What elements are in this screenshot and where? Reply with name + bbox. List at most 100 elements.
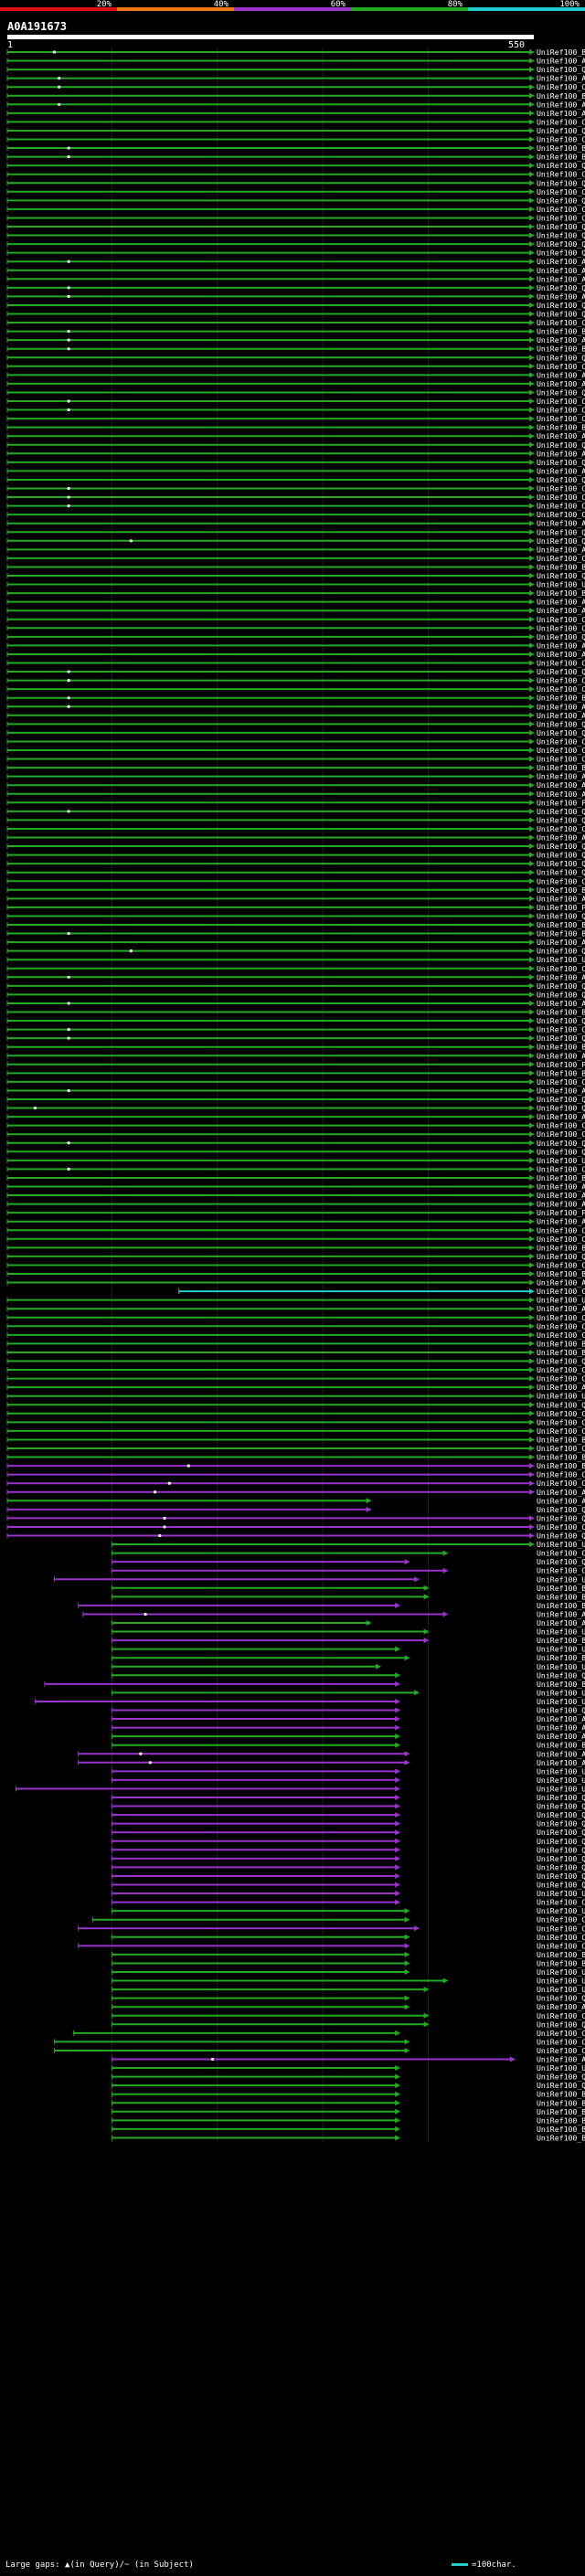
hit-label[interactable]: UniRef100_A5DB15 (537, 999, 585, 1008)
hit-label[interactable]: UniRef100_C5KX30 (537, 623, 585, 632)
hit-label[interactable]: UniRef100_A7TE61 (537, 545, 585, 554)
hit-label[interactable]: UniRef100_A4RSH8 (537, 1496, 585, 1505)
hit-row[interactable]: UniRef100_C8ND04 (72, 2029, 585, 2038)
hit-row[interactable]: UniRef100_Q5CT29 (111, 1802, 585, 1811)
hit-row[interactable]: UniRef100_B6YB17 (6, 1243, 585, 1252)
hit-row[interactable]: UniRef100_C5JSQ0 (6, 1417, 585, 1426)
hit-row[interactable]: UniRef100_A1CMH2 (6, 379, 585, 388)
hit-row[interactable]: UniRef100_Q9B870 (6, 1095, 585, 1104)
hit-row[interactable]: UniRef100_B4GY9X (111, 2133, 585, 2142)
hit-row[interactable]: UniRef100_B3NNB5 (44, 1680, 585, 1689)
hit-row[interactable]: UniRef100_C5E4D9 (6, 1129, 585, 1139)
hit-row[interactable]: UniRef100_Q7NZB7 (6, 1505, 585, 1514)
hit-label[interactable]: UniRef100_A7TQ80 (537, 598, 585, 607)
hit-row[interactable]: UniRef100_C5M1P8 (6, 737, 585, 746)
hit-row[interactable]: UniRef100_A6ZS63 (6, 780, 585, 790)
hit-label[interactable]: UniRef100_B9Z353 (537, 1950, 585, 1959)
hit-row[interactable]: UniRef100_C1GYC4 (111, 1549, 585, 1558)
hit-label[interactable]: UniRef100_A6P9A4 (537, 772, 585, 781)
hit-row[interactable]: UniRef100_B5RVQ5 (111, 1592, 585, 1601)
hit-row[interactable]: UniRef100_A2R4D2 (6, 650, 585, 659)
hit-label[interactable]: UniRef100_C0Q1G6 (537, 1933, 585, 1942)
hit-label[interactable]: UniRef100_C5PC43 (537, 1260, 585, 1269)
hit-row[interactable]: UniRef100_A8UD20 (111, 2002, 585, 2011)
hit-row[interactable]: UniRef100_A5E1N7 (6, 466, 585, 475)
hit-label[interactable]: UniRef100_Q4I14B (537, 527, 585, 536)
hit-row[interactable]: UniRef100_A6SN29 (6, 431, 585, 440)
hit-row[interactable]: UniRef100_C7YML4 (6, 1121, 585, 1130)
hit-label[interactable]: UniRef100_B6U1G7 (537, 143, 585, 153)
hit-label[interactable]: UniRef100_C0NHP8 (537, 964, 585, 973)
hit-row[interactable]: UniRef100_A2F672 (111, 1732, 585, 1741)
hit-row[interactable]: UniRef100_UP1000.. (6, 955, 585, 964)
hit-row[interactable]: UniRef100_C1GWD5 (6, 1330, 585, 1340)
hit-label[interactable]: UniRef100_C4L7E5 (537, 1164, 585, 1173)
hit-label[interactable]: UniRef100_UP1000.. (537, 1906, 585, 1915)
hit-row[interactable]: UniRef100_Q1HGX4 (6, 353, 585, 362)
hit-label[interactable]: UniRef100_UP1000.. (537, 2063, 585, 2072)
hit-row[interactable]: UniRef100_Q4P9L0 (6, 1357, 585, 1366)
hit-label[interactable]: UniRef100_Q291E7 (537, 2081, 585, 2090)
hit-label[interactable]: UniRef100_A7SJI1 (537, 1618, 585, 1627)
hit-label[interactable]: UniRef100_Q1HGX4 (537, 353, 585, 362)
hit-row[interactable]: UniRef100_UP1000.. (111, 1985, 585, 1994)
hit-label[interactable]: UniRef100_Q66J73 (537, 1557, 585, 1566)
hit-row[interactable]: UniRef100_Q4W2H0 (6, 536, 585, 546)
hit-label[interactable]: UniRef100_P53978 (537, 798, 585, 807)
hit-row[interactable]: UniRef100_A8PT06 (6, 1182, 585, 1192)
hit-label[interactable]: UniRef100_B5Y4C4 (537, 1653, 585, 1662)
hit-row[interactable]: UniRef100_A7TQ80 (6, 598, 585, 607)
hit-label[interactable]: UniRef100_B6YB17 (537, 1243, 585, 1252)
hit-label[interactable]: UniRef100_Q4W2H0 (537, 536, 585, 546)
hit-label[interactable]: UniRef100_A6ZS63 (537, 780, 585, 790)
hit-label[interactable]: UniRef100_B6VD90 (537, 345, 585, 354)
hit-label[interactable]: UniRef100_C8ND04 (537, 2029, 585, 2038)
hit-label[interactable]: UniRef100_A6R682 (537, 1112, 585, 1121)
hit-row[interactable]: UniRef100_UP1000.. (111, 1967, 585, 1977)
hit-row[interactable]: UniRef100_C4R5E1 (6, 187, 585, 196)
hit-row[interactable]: UniRef100_B6HAF8 (6, 1435, 585, 1444)
hit-row[interactable]: UniRef100_C1HGM7 (6, 615, 585, 624)
hit-row[interactable]: UniRef100_UP1000.. (111, 1776, 585, 1785)
hit-label[interactable]: UniRef100_A6S509 (537, 519, 585, 528)
hit-label[interactable]: UniRef100_Q94226 (537, 249, 585, 258)
hit-row[interactable]: UniRef100_Q7YXT6 (111, 1862, 585, 1871)
hit-label[interactable]: UniRef100_Q9NET1 (537, 1881, 585, 1890)
hit-row[interactable]: UniRef100_A9V5F0 (6, 57, 585, 66)
hit-row[interactable]: UniRef100_A0A3B7 (111, 2055, 585, 2064)
hit-label[interactable]: UniRef100_C4JT77 (537, 1235, 585, 1244)
hit-label[interactable]: UniRef100_Q54485 (537, 1016, 585, 1025)
hit-row[interactable]: UniRef100_Q0CMR6 (6, 231, 585, 240)
hit-row[interactable]: UniRef100_Q5BV15 (111, 1994, 585, 2003)
hit-row[interactable]: UniRef100_A4S2J0 (6, 1488, 585, 1497)
hit-label[interactable]: UniRef100_C1GIZ3 (537, 1313, 585, 1322)
hit-label[interactable]: UniRef100_Q7NUE2 (537, 1670, 585, 1680)
hit-row[interactable]: UniRef100_C9SU45 (6, 205, 585, 214)
hit-row[interactable]: UniRef100_Q9NET1 (111, 1881, 585, 1890)
hit-label[interactable]: UniRef100_B4RDR8 (537, 1958, 585, 1967)
hit-row[interactable]: UniRef100_C1N2F7 (6, 117, 585, 126)
hit-label[interactable]: UniRef100_B7FZ66 (537, 1453, 585, 1462)
hit-label[interactable]: UniRef100_A2R4D2 (537, 650, 585, 659)
hit-label[interactable]: UniRef100_C4Y1W1 (537, 1225, 585, 1235)
hit-row[interactable]: UniRef100_Q59NU9 (6, 842, 585, 851)
hit-label[interactable]: UniRef100_Q93812 (537, 859, 585, 868)
hit-label[interactable]: UniRef100_A7SNE4 (537, 1723, 585, 1733)
hit-label[interactable]: UniRef100_Q5AYD0 (537, 1400, 585, 1409)
hit-row[interactable]: UniRef100_Q7K7L0 (111, 1854, 585, 1863)
hit-label[interactable]: UniRef100_C1EIR6 (537, 135, 585, 144)
hit-label[interactable]: UniRef100_Q7SEV6 (537, 571, 585, 580)
hit-label[interactable]: UniRef100_C5E2N2 (537, 318, 585, 327)
hit-label[interactable]: UniRef100_UP1000.. (537, 1296, 585, 1305)
hit-label[interactable]: UniRef100_B8NMP5 (537, 327, 585, 336)
hit-label[interactable]: UniRef100_UP1000.. (537, 1645, 585, 1654)
hit-row[interactable]: UniRef100_Q291E7 (111, 2081, 585, 2090)
hit-label[interactable]: UniRef100_C1GYY7 (537, 1287, 585, 1296)
hit-label[interactable]: UniRef100_Q6R722 (537, 719, 585, 728)
hit-label[interactable]: UniRef100_C7YML4 (537, 1121, 585, 1130)
hit-label[interactable]: UniRef100_C1GYC4 (537, 1549, 585, 1558)
hit-label[interactable]: UniRef100_Q59N00 (537, 851, 585, 860)
hit-label[interactable]: UniRef100_UP1000.. (537, 1977, 585, 1986)
hit-label[interactable]: UniRef100_C4R6U8 (537, 170, 585, 179)
hit-row[interactable]: UniRef100_UP1000.. (111, 1977, 585, 1986)
